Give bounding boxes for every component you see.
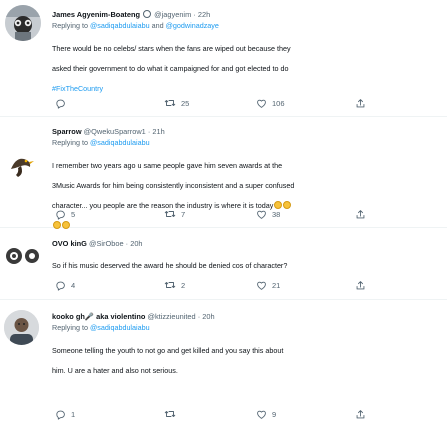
tweet-actions: 5 7 38 (0, 208, 360, 220)
share-button[interactable] (355, 208, 366, 220)
replying-to: Replying to @sadiqabdulaiabu (52, 138, 150, 147)
hashtag-link[interactable]: #FixTheCountry (52, 84, 439, 94)
retweet-count: 2 (181, 280, 186, 290)
retweet-button[interactable] (164, 408, 176, 420)
display-name[interactable]: James Agyenim-Boateng (52, 10, 140, 19)
retweet-icon (164, 408, 176, 420)
retweet-icon (164, 208, 176, 220)
reply-count: 1 (71, 409, 76, 419)
retweet-button[interactable]: 7 (164, 208, 185, 220)
share-icon (355, 98, 366, 109)
like-icon (256, 280, 267, 291)
like-icon (256, 209, 267, 220)
reply-count: 4 (71, 280, 76, 290)
avatar[interactable] (2, 236, 42, 276)
avatar[interactable] (4, 310, 39, 345)
display-name[interactable]: OVO kinG (52, 239, 87, 248)
verified-icon (143, 10, 152, 18)
tweet-actions: 25 106 (0, 97, 360, 109)
handle[interactable]: @SirOboe (89, 239, 124, 248)
avatar-photo (2, 236, 42, 276)
display-name[interactable]: kooko gh🎤 aka violentino (52, 312, 145, 321)
timestamp[interactable]: 22h (198, 10, 210, 19)
tweet[interactable]: Sparrow @QwekuSparrow1 · 21h Replying to… (0, 117, 447, 229)
share-button[interactable] (355, 279, 366, 291)
share-icon (355, 209, 366, 220)
like-count: 9 (272, 409, 277, 419)
share-icon (355, 280, 366, 291)
retweet-count: 25 (181, 98, 190, 108)
mention-link[interactable]: @sadiqabdulaiabu (90, 323, 150, 332)
like-count: 38 (272, 209, 281, 219)
tweet[interactable]: James Agyenim-Boateng @jagyenim · 22h Re… (0, 0, 447, 117)
mention-link[interactable]: @godwinadzaye (166, 21, 219, 30)
tweet-actions: 4 2 21 (0, 279, 360, 291)
handle[interactable]: @jagyenim (154, 10, 191, 19)
tweet-actions: 1 9 (0, 408, 360, 420)
share-button[interactable] (355, 97, 366, 109)
handle[interactable]: @ktizzieunited (147, 312, 195, 321)
like-button[interactable]: 9 (256, 408, 276, 420)
like-button[interactable]: 38 (256, 208, 280, 220)
avatar-photo (5, 5, 41, 41)
handle[interactable]: @QwekuSparrow1 (84, 127, 146, 136)
retweet-button[interactable]: 25 (164, 97, 189, 109)
reply-icon (55, 209, 66, 220)
like-count: 106 (272, 98, 285, 108)
share-button[interactable] (355, 408, 366, 420)
share-icon (355, 409, 366, 420)
mention-link[interactable]: @sadiqabdulaiabu (90, 138, 150, 147)
tweet-header: Sparrow @QwekuSparrow1 · 21h (52, 127, 165, 136)
tweet-text: So if his music deserved the award he sh… (52, 261, 288, 270)
timestamp[interactable]: 21h (152, 127, 164, 136)
retweet-icon (164, 97, 176, 109)
like-button[interactable]: 21 (256, 279, 280, 291)
timestamp[interactable]: 20h (130, 239, 142, 248)
tweet-text: There would be no celebs/ stars when the… (52, 34, 439, 104)
like-icon (256, 409, 267, 420)
replying-to: Replying to @sadiqabdulaiabu and @godwin… (52, 21, 219, 30)
avatar[interactable] (5, 5, 41, 41)
reply-icon (55, 280, 66, 291)
tweet-text: Someone telling the youth to not go and … (52, 346, 284, 375)
reply-icon (55, 409, 66, 420)
like-icon (256, 98, 267, 109)
avatar-photo (4, 310, 39, 345)
reply-icon (55, 98, 66, 109)
mention-link[interactable]: @sadiqabdulaiabu (90, 21, 150, 30)
like-count: 21 (272, 280, 281, 290)
tweet-header: OVO kinG @SirOboe · 20h (52, 239, 143, 248)
reply-count: 5 (71, 209, 76, 219)
reply-button[interactable]: 1 (55, 408, 75, 420)
timestamp[interactable]: 20h (202, 312, 214, 321)
reply-button[interactable] (55, 97, 71, 109)
replying-to: Replying to @sadiqabdulaiabu (52, 323, 150, 332)
retweet-button[interactable]: 2 (164, 279, 185, 291)
avatar[interactable] (4, 147, 38, 181)
tweet[interactable]: OVO kinG @SirOboe · 20h So if his music … (0, 228, 447, 300)
display-name[interactable]: Sparrow (52, 127, 82, 136)
retweet-icon (164, 279, 176, 291)
reply-button[interactable]: 5 (55, 208, 75, 220)
retweet-count: 7 (181, 209, 186, 219)
tweet-header: James Agyenim-Boateng @jagyenim · 22h (52, 10, 211, 19)
avatar-photo (4, 147, 38, 181)
tweet[interactable]: kooko gh🎤 aka violentino @ktizzieunited … (0, 300, 447, 436)
like-button[interactable]: 106 (256, 97, 285, 109)
reply-button[interactable]: 4 (55, 279, 75, 291)
tweet-header: kooko gh🎤 aka violentino @ktizzieunited … (52, 312, 215, 321)
